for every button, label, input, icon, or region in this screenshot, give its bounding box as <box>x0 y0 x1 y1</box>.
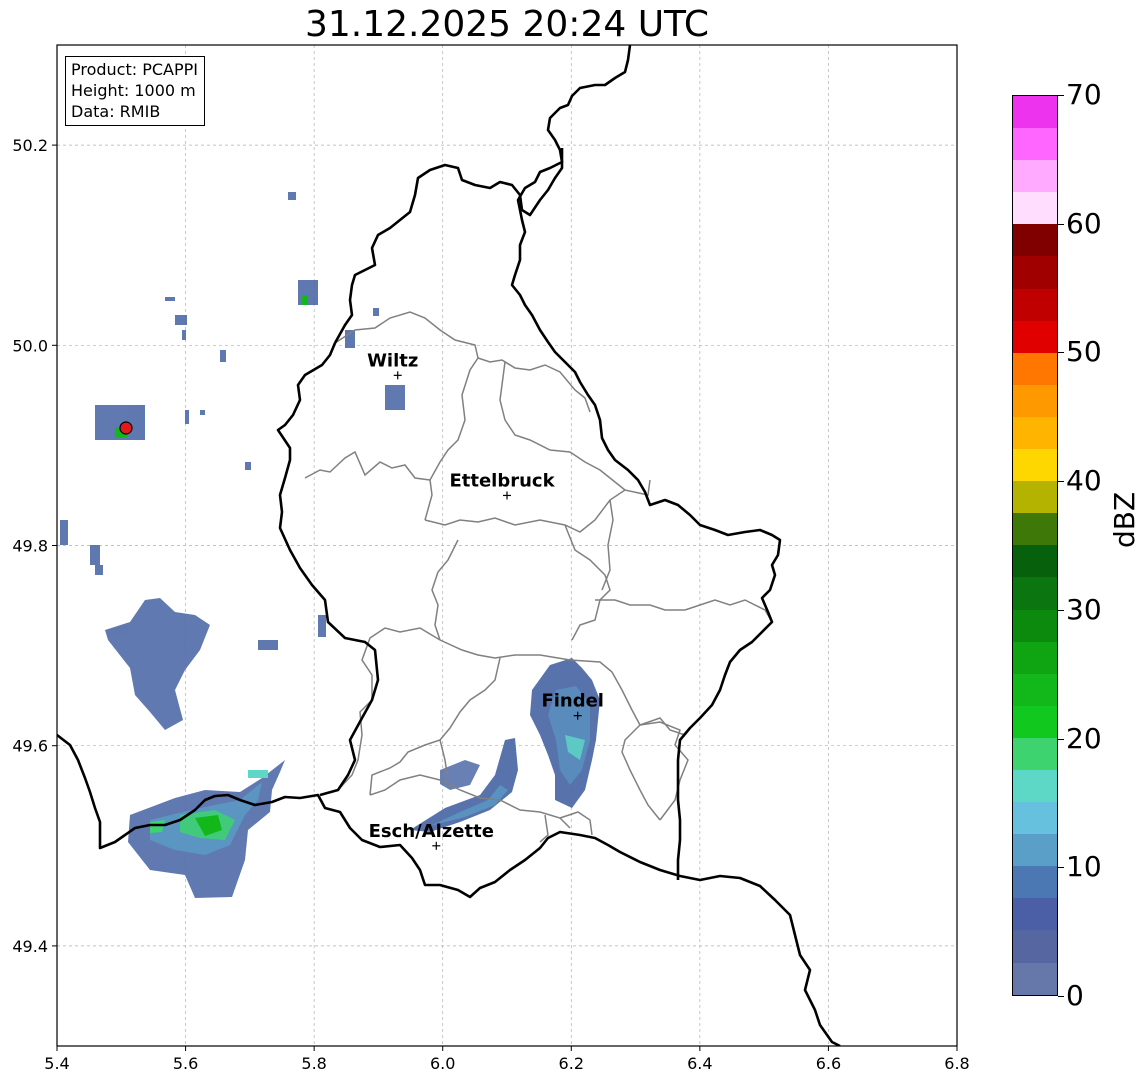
colorbar-tick-mark <box>1058 95 1064 96</box>
data-source-label: Data: RMIB <box>71 102 161 121</box>
colorbar-tick-label: 70 <box>1066 78 1102 111</box>
colorbar-segment <box>1013 962 1057 995</box>
colorbar <box>1012 95 1058 996</box>
colorbar-tick-label: 20 <box>1066 721 1102 755</box>
colorbar-tick-mark <box>1058 996 1064 997</box>
x-tick-label: 6.0 <box>430 1054 455 1073</box>
colorbar-segment <box>1013 513 1057 546</box>
colorbar-segment <box>1013 769 1057 803</box>
colorbar-segment <box>1013 160 1057 193</box>
colorbar-segment <box>1013 737 1057 770</box>
colorbar-segment <box>1013 673 1057 706</box>
y-tick-label: 50.2 <box>12 136 48 155</box>
colorbar-tick-mark <box>1058 481 1064 483</box>
colorbar-tick-mark <box>1058 609 1064 611</box>
colorbar-tick-mark <box>1058 352 1064 354</box>
product-label: Product: PCAPPI <box>71 60 199 79</box>
colorbar-segment <box>1013 256 1057 289</box>
colorbar-segment <box>1013 705 1057 738</box>
city-label: Findel <box>541 691 604 712</box>
colorbar-segment <box>1013 288 1057 321</box>
x-tick-label: 6.8 <box>944 1054 969 1073</box>
colorbar-segment <box>1013 384 1057 417</box>
colorbar-segment <box>1013 834 1057 867</box>
colorbar-segment <box>1013 930 1057 963</box>
height-label: Height: 1000 m <box>71 81 196 100</box>
colorbar-segment <box>1013 449 1057 482</box>
colorbar-tick-label: 10 <box>1066 850 1102 884</box>
colorbar-segment <box>1013 802 1057 835</box>
colorbar-tick-label: 30 <box>1066 592 1102 626</box>
colorbar-tick-mark <box>1058 867 1064 869</box>
x-tick-label: 6.4 <box>687 1054 712 1073</box>
colorbar-tick-mark <box>1058 738 1064 740</box>
colorbar-segment <box>1013 416 1057 450</box>
city-label: Esch/Alzette <box>369 821 494 842</box>
radar-site-marker <box>119 421 133 435</box>
colorbar-segment <box>1013 609 1057 642</box>
x-tick-label: 5.4 <box>44 1054 69 1073</box>
y-tick-label: 49.6 <box>12 737 48 756</box>
colorbar-segment <box>1013 352 1057 385</box>
colorbar-tick-label: 40 <box>1066 464 1102 498</box>
colorbar-segment <box>1013 866 1057 899</box>
map-canvas: Wiltz Ettelbruck Findel Esch/Alzette 5.4 5.6… <box>12 44 970 1073</box>
x-tick-label: 5.8 <box>301 1054 326 1073</box>
colorbar-tick-label: 50 <box>1066 335 1102 369</box>
y-tick-label: 49.8 <box>12 537 48 556</box>
colorbar-segment <box>1013 641 1057 674</box>
x-tick-label: 6.2 <box>559 1054 584 1073</box>
colorbar-segment <box>1013 577 1057 610</box>
colorbar-segment <box>1013 96 1057 129</box>
city-label: Ettelbruck <box>449 470 555 491</box>
y-tick-label: 49.4 <box>12 937 48 956</box>
product-info-box: Product: PCAPPI Height: 1000 m Data: RMI… <box>65 56 206 126</box>
colorbar-segment <box>1013 320 1057 353</box>
x-tick-label: 6.6 <box>816 1054 841 1073</box>
colorbar-tick-mark <box>1058 223 1064 225</box>
colorbar-segment <box>1013 481 1057 514</box>
colorbar-segment <box>1013 128 1057 161</box>
colorbar-segment <box>1013 545 1057 578</box>
city-label: Wiltz <box>367 350 418 371</box>
colorbar-tick-label: 0 <box>1066 979 1084 1012</box>
colorbar-segment <box>1013 898 1057 931</box>
colorbar-label: dBZ <box>1108 491 1141 548</box>
precipitation-cell-green <box>302 295 308 305</box>
colorbar-tick-label: 60 <box>1066 206 1102 240</box>
x-tick-label: 5.6 <box>173 1054 198 1073</box>
y-tick-label: 50.0 <box>12 336 48 355</box>
colorbar-segment <box>1013 192 1057 225</box>
colorbar-segment <box>1013 224 1057 257</box>
